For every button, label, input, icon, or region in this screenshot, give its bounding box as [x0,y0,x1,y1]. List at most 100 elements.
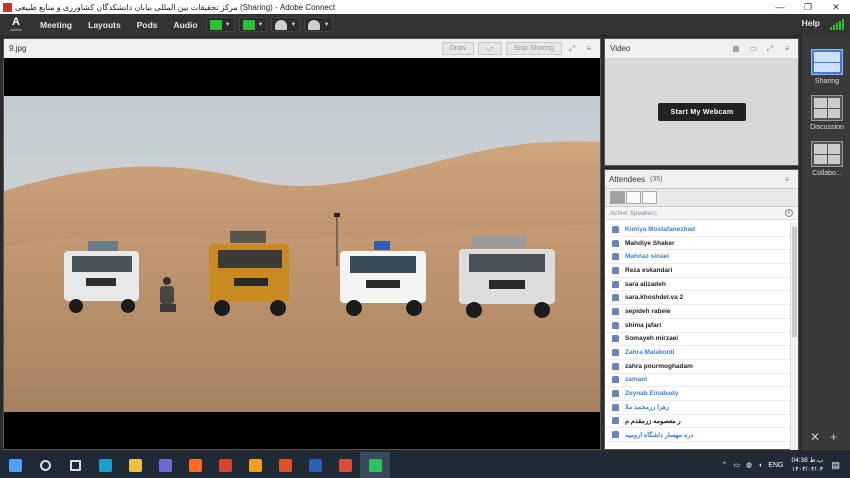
attendee-row[interactable]: shima jafari [605,319,791,333]
taskbar-edge-icon[interactable] [90,452,120,478]
attendees-count: (35) [650,175,663,183]
start-webcam-button[interactable]: Start My Webcam [658,103,746,121]
attendee-name: shima jafari [625,321,662,329]
layout-thumbnail [811,141,843,167]
attendee-row[interactable]: Mahdiye Shaker [605,237,791,251]
taskbar-file-explorer-icon[interactable] [120,452,150,478]
taskbar-app-red-icon[interactable] [270,452,300,478]
stop-sharing-button[interactable]: Stop Sharing [505,42,562,55]
raise-hand-button[interactable]: ▼ [304,17,334,32]
fullscreen-icon[interactable]: ⤢ [764,44,776,54]
attendee-row[interactable]: Somayeh mirzaei [605,333,791,347]
layouts-bar: Sharing Discussion Collabo... ✕ + [802,35,850,450]
taskbar-word-icon[interactable] [300,452,330,478]
attendee-row[interactable]: sara.khoshdel.va 2 [605,291,791,306]
edge-icon [98,458,112,472]
attendee-row[interactable]: sara alizadeh [605,278,791,292]
fullscreen-icon[interactable]: ⤢ [566,44,578,54]
taskbar-chrome-icon[interactable] [330,452,360,478]
attendee-row[interactable]: Mahnaz sinaei [605,250,791,265]
layout-collaboration[interactable]: Collabo... [809,141,845,177]
breakout-view-icon[interactable] [626,191,641,204]
attendee-row[interactable]: zamani [605,374,791,388]
search-icon [39,459,51,471]
layout-sharing[interactable]: Sharing [809,49,845,85]
status-view-icon[interactable] [642,191,657,204]
taskbar-search-icon[interactable] [30,452,60,478]
taskbar-task-view-icon[interactable] [60,452,90,478]
chevron-down-icon[interactable]: ▼ [225,22,231,28]
taskbar-windows-start-icon[interactable] [0,452,30,478]
attendees-scrollbar[interactable] [790,223,798,450]
chevron-down-icon[interactable]: ▼ [258,22,264,28]
attendee-name: Reza eskandari [625,266,673,274]
attendee-name: Mahnaz sinaei [625,253,670,261]
scrollbar-thumb[interactable] [792,227,797,337]
file-explorer-icon [128,458,142,472]
grid-view-icon[interactable]: ▦ [730,44,742,53]
add-layout-icon[interactable]: + [830,430,837,444]
close-icon[interactable]: ✕ [822,2,850,13]
menu-help[interactable]: Help [802,18,820,28]
taskbar-app-orange-icon[interactable] [240,452,270,478]
window-title: مرکز تحقیقات بین المللی بیابان دانشکدگان… [15,2,336,12]
chevron-down-icon[interactable]: ▼ [290,22,296,28]
language-indicator[interactable]: ENG [768,462,783,469]
system-tray: ⌃ ▭ ◍ ◖ ENG 04:38 ب.ظ ۱۴۰۳/۰۳/۰۴ ▤ [721,452,850,478]
list-view-icon[interactable] [610,191,625,204]
menu-audio[interactable]: Audio [174,20,198,30]
participant-icon [612,362,619,370]
filmstrip-view-icon[interactable]: ▭ [747,44,759,53]
network-icon[interactable]: ▭ [733,461,740,469]
participant-icon [612,390,619,398]
taskbar-apps [0,452,390,478]
attendee-name: Somayeh mirzaei [625,335,679,343]
close-icon[interactable]: ✕ [785,209,793,217]
word-icon [308,458,322,472]
chevron-down-icon[interactable]: ▼ [323,22,329,28]
attendee-row[interactable]: zahra pourmoghadam [605,360,791,374]
draw-button[interactable]: Draw [441,42,475,55]
taskbar-media-app-icon[interactable] [150,452,180,478]
volume-icon[interactable]: ◖ [758,462,762,469]
attendee-row[interactable]: زهرا زرمحمد ملا [605,401,791,415]
minimize-icon[interactable]: — [766,2,794,12]
menu-pods[interactable]: Pods [137,20,158,30]
attendee-row[interactable]: ر معصومه زرمقدم م [605,415,791,429]
settings-icon[interactable]: ✕ [810,430,820,444]
microphone-button[interactable]: ▼ [238,17,268,32]
taskbar-wps-presentation-icon[interactable] [210,452,240,478]
layout-discussion[interactable]: Discussion [809,95,845,131]
maximize-icon[interactable]: ❐ [794,2,822,13]
attendee-row[interactable]: دره مهسار داشگاه ارومیه [605,428,791,442]
pod-menu-icon[interactable]: ≡ [583,44,595,53]
pod-menu-icon[interactable]: ≡ [781,175,793,184]
notification-icon[interactable]: ▤ [831,460,840,471]
speaker-button[interactable]: ▼ [205,17,235,32]
attendee-row[interactable]: Reza eskandari [605,264,791,278]
attendee-name: zahra pourmoghadam [625,362,693,370]
clock[interactable]: 04:38 ب.ظ ۱۴۰۳/۰۳/۰۴ [791,456,823,474]
participant-icon [612,321,619,329]
taskbar-firefox-icon[interactable] [180,452,210,478]
share-pod-title: 9.jpg [9,44,27,53]
window-title-bar: مرکز تحقیقات بین المللی بیابان دانشکدگان… [0,0,850,14]
attendees-pod-header: Attendees (35) ≡ [605,170,798,189]
attendee-row[interactable]: sepideh rabeie [605,305,791,319]
tray-chevron-icon[interactable]: ⌃ [721,461,727,469]
attendee-row[interactable]: Zeynab Einabady [605,387,791,401]
participant-icon [612,225,619,233]
menu-meeting[interactable]: Meeting [40,20,72,30]
pointer-button[interactable]: ⤻ [478,42,502,55]
webcam-icon [275,19,288,30]
pod-menu-icon[interactable]: ≡ [781,44,793,53]
attendee-row[interactable]: Zahra Malakooti [605,346,791,360]
globe-icon[interactable]: ◍ [746,461,752,469]
attendees-pod: Attendees (35) ≡ Active Speakers ✕ Kimiy… [604,169,799,450]
taskbar-adobe-connect-icon[interactable] [360,452,390,478]
menu-layouts[interactable]: Layouts [88,20,121,30]
adobe-logo: A Adobe [10,16,22,33]
webcam-button[interactable]: ▼ [271,17,301,32]
attendee-row[interactable]: Kimiya Mostafanezhad [605,223,791,237]
video-pod: Video ▦ ▭ ⤢ ≡ Start My Webcam [604,38,799,166]
